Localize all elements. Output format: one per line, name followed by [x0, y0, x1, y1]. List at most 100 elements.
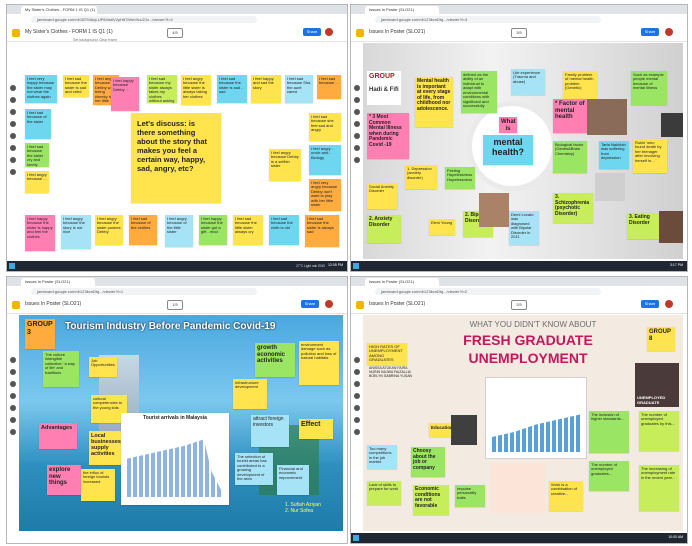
- text-box-icon[interactable]: [10, 429, 16, 435]
- browser-tab[interactable]: My Sister's Clothes - FORM 1 IS Q1 (1): [21, 6, 97, 14]
- frame-page-indicator[interactable]: 1/5: [167, 300, 183, 310]
- eraser-icon[interactable]: [354, 97, 360, 103]
- windows-start-icon[interactable]: [353, 263, 359, 269]
- avatar[interactable]: [665, 300, 673, 308]
- select-icon[interactable]: [10, 109, 16, 115]
- sticky-note[interactable]: I feel sad because the cloth is old: [269, 215, 299, 245]
- sticky-note[interactable]: Local businesses supply activities: [89, 431, 125, 465]
- sticky-note[interactable]: Biological factor (Genes&Brain Chemistry…: [553, 141, 587, 173]
- sticky-note[interactable]: I feel angry because the story is not ni…: [61, 215, 91, 249]
- sticky-note[interactable]: I feel angry because of the little siste…: [165, 215, 193, 247]
- share-button[interactable]: Share: [641, 300, 659, 308]
- sticky-note[interactable]: attract foreign investors: [251, 415, 289, 447]
- avatar[interactable]: [325, 300, 333, 308]
- sticky-note[interactable]: I feel sad because the little sister alw…: [233, 215, 263, 245]
- sticky-note[interactable]: Lack of skills to prepare for work: [367, 481, 401, 505]
- avatar[interactable]: [325, 28, 333, 36]
- sticky-note[interactable]: I feel sad because Sha the aunt cared: [285, 75, 313, 103]
- image-icon[interactable]: [354, 405, 360, 411]
- sticky-note[interactable]: I feel sad because the sister is sad - s…: [217, 75, 247, 103]
- sticky-note[interactable]: Choosy about the job or company: [411, 447, 445, 477]
- sticky-note[interactable]: explore new things: [47, 465, 81, 495]
- frame-page-indicator[interactable]: 4/5: [167, 28, 183, 38]
- browser-tab[interactable]: Issues In Poster (SLO21): [365, 6, 439, 14]
- sticky-note[interactable]: The culture intangible collective: 'a wa…: [43, 351, 79, 387]
- prompt-note[interactable]: Let's discuss: is there something about …: [131, 113, 221, 203]
- sticky-note-icon[interactable]: [10, 393, 16, 399]
- share-button[interactable]: Share: [641, 28, 659, 36]
- sticky-note[interactable]: I feel sad because ...: [317, 75, 341, 99]
- sticky-note[interactable]: The selection of tourist areas has contr…: [235, 453, 273, 485]
- sticky-note[interactable]: Advantages: [39, 423, 77, 449]
- sticky-note[interactable]: I feel sad because the sister cry and lo…: [25, 143, 49, 167]
- jam-canvas[interactable]: WHAT YOU DIDN'T KNOW ABOUT FRESH GRADUAT…: [363, 315, 683, 531]
- jam-canvas[interactable]: Let's discuss: is there something about …: [19, 43, 343, 259]
- laser-icon[interactable]: [10, 169, 16, 175]
- sticky-note[interactable]: I feel angry because Debby is a selfish …: [269, 149, 301, 181]
- shape-icon[interactable]: [10, 417, 16, 423]
- text-box-icon[interactable]: [354, 157, 360, 163]
- sticky-note[interactable]: The number of unemployed graduates...: [589, 461, 629, 491]
- document-title[interactable]: Issues In Poster (SLO21): [369, 29, 425, 35]
- browser-tab[interactable]: Issues In Poster (SLO21): [365, 278, 439, 286]
- address-bar[interactable]: jamboard.google.com/d/1BTMAqLUP84Is6V2pH…: [31, 16, 257, 23]
- sticky-note[interactable]: The increasing of unemployment rate in t…: [639, 465, 679, 511]
- sticky-note[interactable]: I feel sad because of the clothes: [129, 215, 157, 245]
- sticky-note-icon[interactable]: [354, 121, 360, 127]
- sticky-note[interactable]: HIGH RATES OF UNEMPLOYMENT AMONG GRADUAT…: [367, 343, 407, 365]
- windows-start-icon[interactable]: [9, 263, 15, 269]
- set-background-button[interactable]: Set background: [73, 38, 98, 42]
- image-icon[interactable]: [10, 405, 16, 411]
- jam-canvas[interactable]: GROUP 3 Tourism Industry Before Pandemic…: [19, 315, 343, 531]
- sticky-note[interactable]: Mental health is important at every stag…: [415, 77, 453, 127]
- sticky-note[interactable]: 3. Eating Disorder: [627, 213, 659, 239]
- sticky-note[interactable]: I feel happy because the sister got a gi…: [199, 215, 227, 245]
- document-title[interactable]: My Sister's Clothes - FORM 1 IS Q1 (1): [25, 29, 113, 35]
- sticky-note[interactable]: Job Opportunities: [89, 357, 117, 377]
- sticky-note[interactable]: Financial and economic improvement: [277, 465, 309, 495]
- address-bar[interactable]: jamboard.google.com/d/1Z3kvnDtq.../viewe…: [375, 16, 601, 23]
- pen-icon[interactable]: [10, 85, 16, 91]
- windows-start-icon[interactable]: [353, 535, 359, 541]
- sticky-note[interactable]: Economic conditions are not favorable: [413, 485, 449, 515]
- sticky-note[interactable]: I feel angry because the little sister i…: [181, 75, 211, 105]
- sticky-note[interactable]: Life experience (Trauma and abuse): [511, 69, 545, 95]
- sticky-note[interactable]: growth economic activities: [255, 343, 295, 377]
- sticky-note[interactable]: I feel sad because the sister is sad and…: [63, 75, 89, 97]
- sticky-note[interactable]: 3. Schizophrenia (psychotic Disorder): [553, 193, 593, 223]
- sticky-note[interactable]: Infrastructure development: [233, 379, 267, 409]
- select-icon[interactable]: [354, 381, 360, 387]
- sticky-note[interactable]: The inclusion of higher standards...: [589, 411, 629, 453]
- sticky-note[interactable]: I feel angry - uncle and - Biology: [309, 145, 341, 175]
- sticky-note[interactable]: Too many competitions in the job market: [367, 445, 397, 469]
- sticky-note[interactable]: environment damage such as pollution and…: [299, 341, 339, 385]
- eraser-icon[interactable]: [10, 369, 16, 375]
- sticky-note[interactable]: I feel angry because ...: [25, 171, 49, 193]
- sticky-note[interactable]: I feel angry because the sister pushes D…: [95, 215, 123, 245]
- sticky-note[interactable]: Feeling Hopelessness Hopelessness: [445, 167, 475, 189]
- sticky-note[interactable]: Eleni Young: [429, 219, 455, 235]
- sticky-note[interactable]: Rukhi 'who found death by her teenager a…: [633, 139, 667, 173]
- sticky-note[interactable]: defined as the ability of an individual …: [461, 71, 497, 113]
- sticky-note[interactable]: Effect: [299, 419, 333, 439]
- address-bar[interactable]: jamboard.google.com/d/1Z3kvnDtq.../viewe…: [31, 288, 257, 295]
- frame-page-indicator[interactable]: 3/5: [511, 28, 527, 38]
- eraser-icon[interactable]: [10, 97, 16, 103]
- image-icon[interactable]: [354, 133, 360, 139]
- sticky-note[interactable]: Work is a combination of creative...: [549, 481, 583, 511]
- sticky-note[interactable]: the influx of foreign tourists increased: [81, 469, 115, 501]
- sticky-note[interactable]: Family problem of mental health problem …: [563, 71, 597, 99]
- sticky-note[interactable]: 2. Anxiety Disorder: [367, 215, 401, 243]
- eraser-icon[interactable]: [354, 369, 360, 375]
- pen-icon[interactable]: [354, 357, 360, 363]
- pen-icon[interactable]: [354, 85, 360, 91]
- share-button[interactable]: Share: [303, 28, 321, 36]
- sticky-note[interactable]: Social Anxiety Disorder: [367, 183, 397, 209]
- image-icon[interactable]: [10, 133, 16, 139]
- document-title[interactable]: Issues In Poster (SLO21): [369, 301, 425, 307]
- sticky-note[interactable]: Demi Lovato was diagnosed with Bipolar D…: [509, 211, 539, 245]
- sticky-note[interactable]: I feel very happy because the sister may…: [25, 75, 57, 103]
- sticky-note[interactable]: Tarfa Nakhlah was suffering from depress…: [599, 141, 629, 169]
- browser-tab[interactable]: Issues In Poster (SLO21): [21, 278, 95, 286]
- sticky-note[interactable]: * 3 Most Common Mental Illness when duri…: [367, 113, 409, 159]
